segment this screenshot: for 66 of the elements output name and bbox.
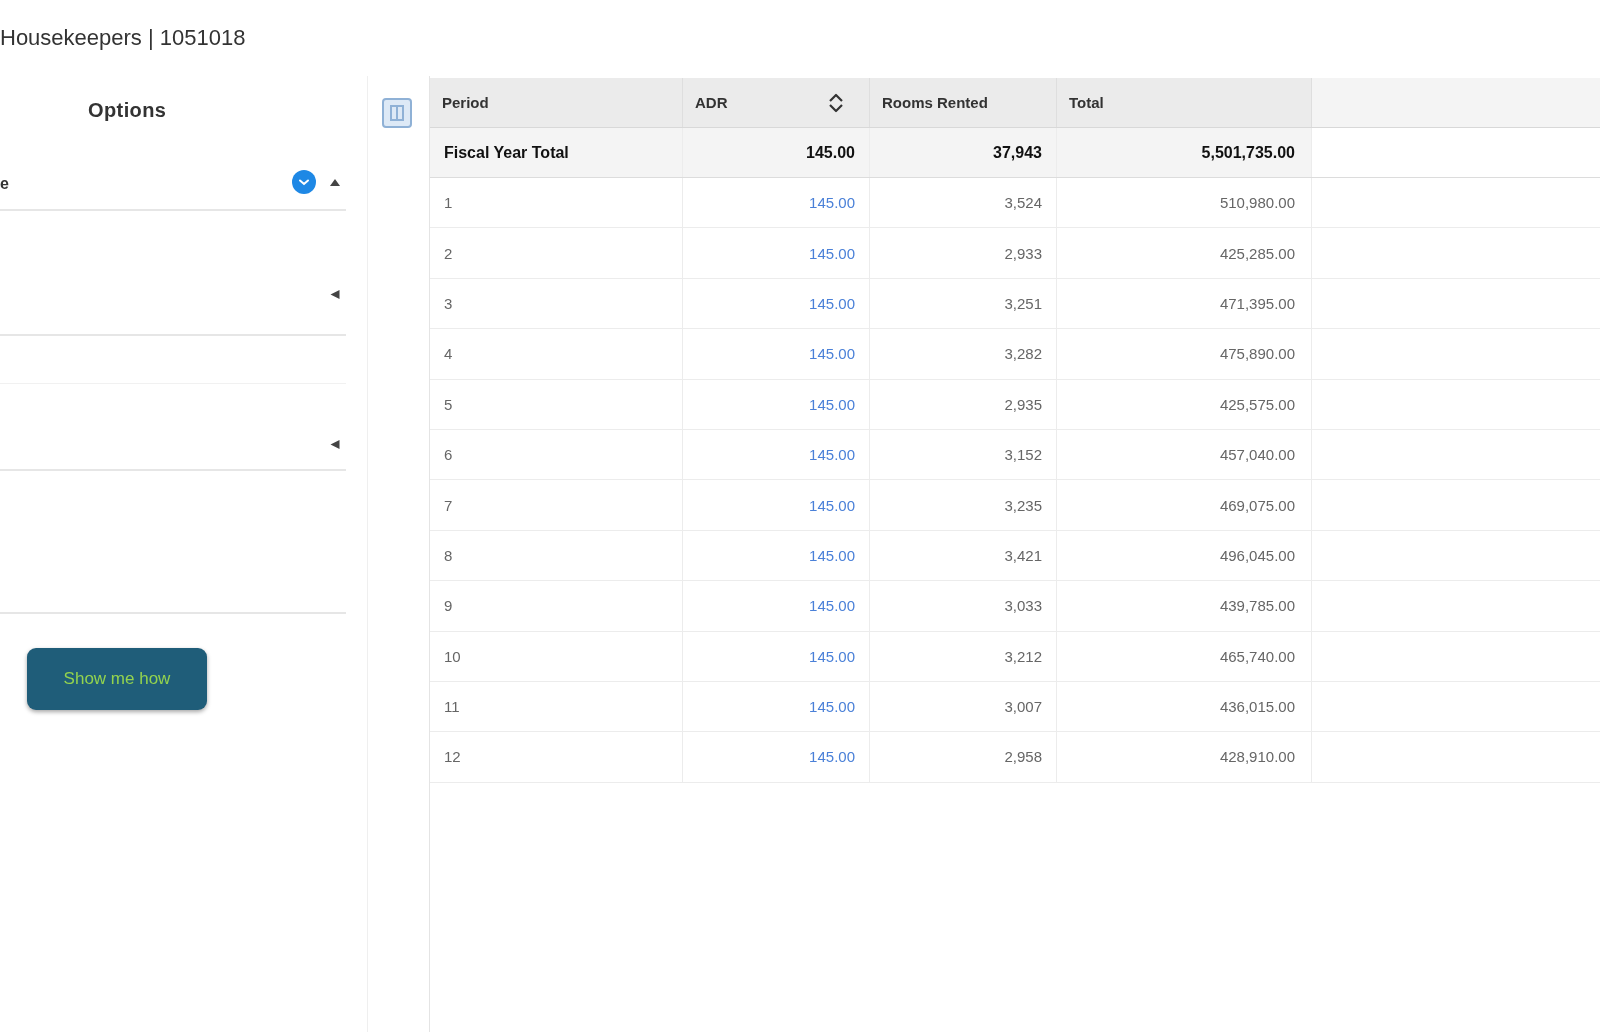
table-cell: 439,785.00 bbox=[1057, 581, 1312, 631]
adr-link[interactable]: 145.00 bbox=[809, 748, 855, 766]
column-header: Period bbox=[430, 78, 683, 127]
table-cell: 11 bbox=[430, 681, 683, 732]
table-cell: 510,980.00 bbox=[1057, 178, 1312, 228]
table-cell: 6 bbox=[430, 429, 683, 480]
table-cell: 496,045.00 bbox=[1057, 530, 1312, 581]
table-cell: 3,251 bbox=[870, 278, 1057, 329]
total-cell: Fiscal Year Total bbox=[430, 128, 683, 177]
adr-link[interactable]: 145.00 bbox=[809, 698, 855, 716]
total-cell: 37,943 bbox=[870, 128, 1057, 177]
table-cell: 3,524 bbox=[870, 178, 1057, 228]
table-cell: 4 bbox=[430, 329, 683, 379]
table-cell: 8 bbox=[430, 530, 683, 581]
chevron-circle-icon[interactable] bbox=[292, 170, 316, 194]
column-header: Rooms Rented bbox=[870, 78, 1057, 127]
caret-icon[interactable] bbox=[330, 290, 340, 299]
total-cell: 5,501,735.00 bbox=[1057, 128, 1312, 177]
table-cell: 3,033 bbox=[870, 581, 1057, 631]
table-cell: 9 bbox=[430, 581, 683, 631]
table-cell: 10 bbox=[430, 631, 683, 681]
adr-link[interactable]: 145.00 bbox=[809, 446, 855, 464]
sort-icon[interactable] bbox=[828, 92, 844, 113]
table-cell: 1 bbox=[430, 178, 683, 228]
table-cell: 475,890.00 bbox=[1057, 329, 1312, 379]
adr-link[interactable]: 145.00 bbox=[809, 244, 855, 262]
table-cell: 3,282 bbox=[870, 329, 1057, 379]
table-cell: 425,285.00 bbox=[1057, 228, 1312, 278]
table-cell: 465,740.00 bbox=[1057, 631, 1312, 681]
adr-link[interactable]: 145.00 bbox=[809, 597, 855, 615]
page-title: Housekeepers | 1051018 bbox=[0, 25, 246, 51]
panel-title: Options bbox=[88, 98, 167, 122]
table-cell: 3,212 bbox=[870, 631, 1057, 681]
adr-link[interactable]: 145.00 bbox=[809, 345, 855, 363]
adr-link[interactable]: 145.00 bbox=[809, 496, 855, 514]
table-cell: 428,910.00 bbox=[1057, 732, 1312, 782]
adr-link[interactable]: 145.00 bbox=[809, 194, 855, 212]
caret-icon[interactable] bbox=[330, 440, 340, 449]
table-cell: 469,075.00 bbox=[1057, 480, 1312, 530]
adr-link[interactable]: 145.00 bbox=[809, 395, 855, 413]
table-cell: 3,421 bbox=[870, 530, 1057, 581]
adr-link[interactable]: 145.00 bbox=[809, 546, 855, 564]
table-cell: 7 bbox=[430, 480, 683, 530]
panel-toggle-icon[interactable] bbox=[382, 98, 412, 128]
adr-link[interactable]: 145.00 bbox=[809, 647, 855, 665]
total-cell: 145.00 bbox=[683, 128, 870, 177]
table-cell: 436,015.00 bbox=[1057, 681, 1312, 732]
table-cell: 2,933 bbox=[870, 228, 1057, 278]
table-cell: 12 bbox=[430, 732, 683, 782]
table-cell: 425,575.00 bbox=[1057, 379, 1312, 429]
table-cell: 2,958 bbox=[870, 732, 1057, 782]
table-cell: 3,007 bbox=[870, 681, 1057, 732]
column-header[interactable]: ADR bbox=[683, 78, 870, 127]
table-cell: 3 bbox=[430, 278, 683, 329]
table-cell: 2 bbox=[430, 228, 683, 278]
column-header: Total bbox=[1057, 78, 1312, 127]
show-me-how-button[interactable]: Show me how bbox=[27, 648, 207, 710]
adr-link[interactable]: 145.00 bbox=[809, 294, 855, 312]
table-cell: 3,235 bbox=[870, 480, 1057, 530]
table-cell: 5 bbox=[430, 379, 683, 429]
caret-icon[interactable] bbox=[330, 178, 340, 186]
table-cell: 457,040.00 bbox=[1057, 429, 1312, 480]
table-cell: 471,395.00 bbox=[1057, 278, 1312, 329]
select-field[interactable]: e bbox=[0, 144, 346, 211]
table-cell: 2,935 bbox=[870, 379, 1057, 429]
table-cell: 3,152 bbox=[870, 429, 1057, 480]
